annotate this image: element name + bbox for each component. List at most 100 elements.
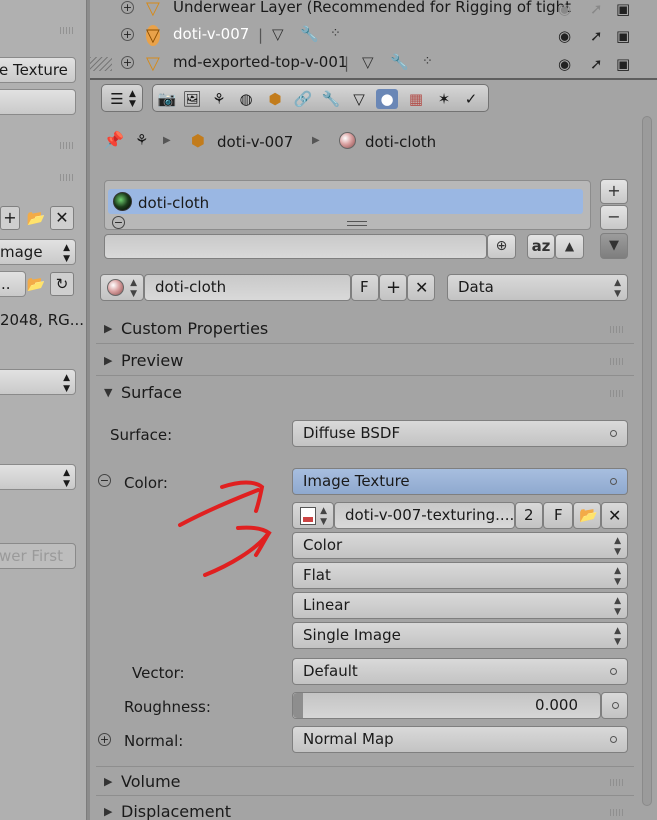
dots-field[interactable]: .. — [0, 271, 26, 297]
specials-menu-button[interactable]: ▼ — [600, 233, 628, 259]
camera-icon[interactable]: ▣ — [616, 55, 630, 73]
surface-shader-field[interactable]: Diffuse BSDF — [292, 420, 628, 447]
outliner-row[interactable]: + ▽ Underwear Layer (Recommended for Rig… — [90, 0, 657, 23]
outliner-label[interactable]: doti-v-007 — [173, 25, 249, 43]
close-icon[interactable]: ✕ — [50, 206, 74, 230]
panel-grip[interactable] — [610, 390, 624, 397]
filter-search-icon[interactable]: ⊕ — [487, 234, 516, 259]
add-slot-button[interactable]: + — [600, 179, 628, 204]
object-tab-icon[interactable]: ⬢ — [264, 89, 286, 109]
filter-input[interactable] — [104, 234, 487, 259]
constraints-tab-icon[interactable]: 🔗 — [292, 89, 314, 109]
sort-reverse-button[interactable]: ▲ — [555, 234, 584, 259]
panel-preview[interactable]: ▶ Preview — [96, 346, 634, 376]
link-select[interactable]: Data ▲ ▼ — [447, 274, 628, 301]
collapse-socket-icon[interactable]: − — [98, 474, 111, 487]
cursor-icon[interactable]: ➚ — [590, 0, 603, 18]
eye-icon[interactable]: ◉ — [558, 0, 571, 18]
camera-icon[interactable]: ▣ — [616, 27, 630, 45]
roughness-slider[interactable]: 0.000 — [292, 692, 601, 719]
source-select[interactable]: Single Image ▲ ▼ — [292, 622, 628, 649]
fake-user-button[interactable]: F — [351, 274, 379, 301]
image-fake-user-button[interactable]: F — [543, 502, 573, 529]
color-input-field[interactable]: Image Texture — [292, 468, 628, 495]
panel-volume[interactable]: ▶ Volume — [96, 766, 634, 796]
vertex-group-icon[interactable]: ⁘ — [330, 26, 341, 41]
open-image-icon[interactable]: 📂 — [573, 502, 601, 529]
image-users-count[interactable]: 2 — [515, 502, 543, 529]
open-folder-icon[interactable]: 📂 — [24, 272, 48, 296]
properties-scrollbar[interactable] — [640, 116, 654, 816]
resize-grip[interactable] — [347, 221, 367, 226]
select-field[interactable]: ▲ ▼ — [0, 369, 76, 395]
modifiers-tab-icon[interactable]: 🔧 — [320, 89, 342, 109]
material-browse-button[interactable]: ▲ ▼ — [100, 274, 144, 301]
color-space-select[interactable]: Color ▲ ▼ — [292, 532, 628, 559]
resize-handle[interactable] — [90, 57, 112, 71]
outliner-row[interactable]: + ▽ doti-v-007 | ▽ 🔧 ⁘ ◉ ➚ ▣ — [90, 23, 657, 50]
render-tab-icon[interactable]: 📷 — [156, 89, 178, 109]
physics-tab-icon[interactable]: ✓ — [460, 89, 482, 109]
normal-input-field[interactable]: Normal Map — [292, 726, 628, 753]
scene-tab-icon[interactable]: ⚘ — [208, 89, 230, 109]
image-select[interactable]: mage ▲ ▼ — [0, 239, 76, 265]
panel-grip[interactable] — [60, 27, 74, 34]
panel-grip[interactable] — [60, 174, 74, 181]
mesh-icon[interactable]: ▽ — [362, 53, 374, 71]
minus-icon[interactable]: − — [112, 216, 125, 229]
vector-input-field[interactable]: Default — [292, 658, 628, 685]
render-layers-tab-icon[interactable]: 🖼 — [181, 89, 203, 109]
outliner-label[interactable]: md-exported-top-v-001 — [173, 53, 347, 71]
panel-surface[interactable]: ▼ Surface — [96, 378, 634, 408]
projection-select[interactable]: Flat ▲ ▼ — [292, 562, 628, 589]
image-name-field[interactable]: doti-v-007-texturing.... — [334, 502, 515, 529]
outliner-row[interactable]: + ▽ md-exported-top-v-001 | ▽ 🔧 ⁘ ◉ ➚ ▣ — [90, 51, 657, 78]
unlink-image-icon[interactable]: ✕ — [601, 502, 628, 529]
remove-slot-button[interactable]: − — [600, 205, 628, 230]
cursor-icon[interactable]: ➚ — [590, 55, 603, 73]
panel-grip[interactable] — [610, 358, 624, 365]
reload-icon[interactable]: ↻ — [50, 272, 74, 296]
material-slot-label[interactable]: doti-cloth — [138, 194, 209, 212]
panel-custom-properties[interactable]: ▶ Custom Properties — [96, 314, 634, 344]
pin-icon[interactable]: 📌 — [103, 131, 124, 151]
sort-alpha-button[interactable]: az — [527, 234, 555, 259]
add-icon[interactable]: + — [0, 206, 20, 230]
mesh-icon[interactable]: ▽ — [272, 25, 284, 43]
expand-icon[interactable]: + — [121, 28, 134, 41]
empty-field[interactable] — [0, 89, 76, 115]
select-field[interactable]: ▲ ▼ — [0, 464, 76, 490]
world-tab-icon[interactable]: ◍ — [235, 89, 257, 109]
material-tab-icon[interactable]: ● — [376, 89, 398, 109]
roughness-link-button[interactable] — [601, 692, 628, 719]
camera-icon[interactable]: ▣ — [616, 0, 630, 18]
eye-icon[interactable]: ◉ — [558, 55, 571, 73]
texture-tab-icon[interactable]: ▦ — [405, 89, 427, 109]
expand-icon[interactable]: + — [121, 1, 134, 14]
panel-grip[interactable] — [610, 809, 624, 816]
panel-grip[interactable] — [610, 779, 624, 786]
expand-icon[interactable]: + — [121, 56, 134, 69]
panel-grip[interactable] — [610, 326, 624, 333]
particles-tab-icon[interactable]: ✶ — [433, 89, 455, 109]
cursor-icon[interactable]: ➚ — [590, 27, 603, 45]
material-name-field[interactable]: doti-cloth — [144, 274, 351, 301]
unlink-icon[interactable]: ✕ — [407, 274, 435, 301]
wrench-icon[interactable]: 🔧 — [390, 53, 409, 71]
scrollbar-thumb[interactable] — [642, 116, 652, 806]
new-material-icon[interactable]: + — [379, 274, 407, 301]
panel-grip[interactable] — [60, 142, 74, 149]
open-folder-icon[interactable]: 📂 — [24, 206, 48, 230]
texture-field[interactable]: e Texture — [0, 57, 76, 83]
interpolation-select[interactable]: Linear ▲ ▼ — [292, 592, 628, 619]
vertex-group-icon[interactable]: ⁘ — [422, 54, 433, 69]
render-button[interactable]: wer First — [0, 543, 76, 569]
data-tab-icon[interactable]: ▽ — [348, 89, 370, 109]
wrench-icon[interactable]: 🔧 — [300, 25, 319, 43]
expand-socket-icon[interactable]: + — [98, 733, 111, 746]
editor-type-menu[interactable]: ☰ ▲ ▼ — [101, 84, 143, 112]
panel-displacement[interactable]: ▶ Displacement — [96, 797, 634, 820]
image-browse-button[interactable]: ▲ ▼ — [292, 502, 334, 529]
editor-type-icon[interactable]: ☰ — [106, 89, 128, 109]
eye-icon[interactable]: ◉ — [558, 27, 571, 45]
